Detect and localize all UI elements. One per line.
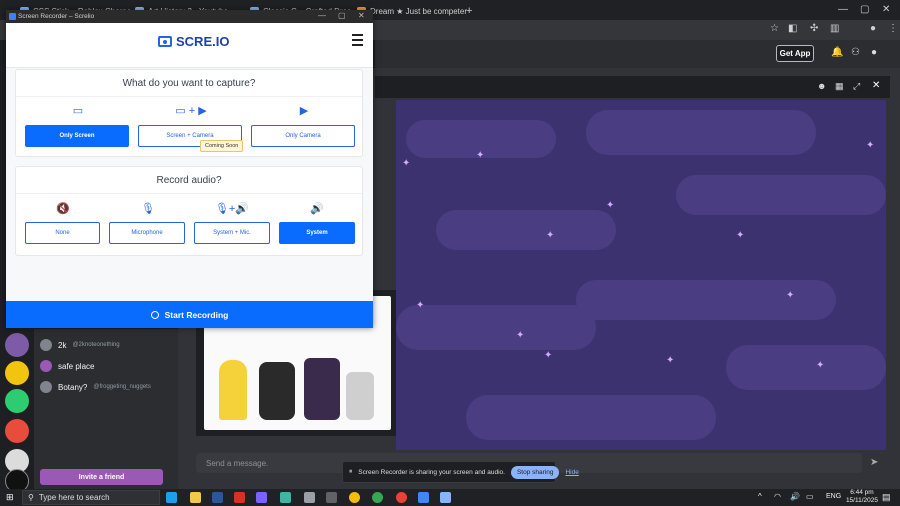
battery-icon[interactable]: ▭ xyxy=(806,492,814,501)
chrome-icon[interactable] xyxy=(372,492,383,503)
figure xyxy=(219,360,247,420)
record-logo-icon xyxy=(158,36,172,47)
hide-button[interactable]: Hide xyxy=(565,469,578,476)
monitor-plus-camera-icon: ▭ + ▶ xyxy=(175,105,207,117)
avatar xyxy=(40,339,52,351)
audio-panel: Record audio? 🔇 🎙 🎙+🔊 🔊 None Microphone … xyxy=(15,166,363,256)
file-explorer-icon[interactable] xyxy=(190,492,201,503)
audio-microphone-option[interactable]: Microphone xyxy=(109,222,185,244)
recorder-app-icon xyxy=(9,13,16,20)
server-icon[interactable] xyxy=(5,333,29,357)
send-icon[interactable]: ➤ xyxy=(870,457,878,468)
list-item[interactable]: 2k @2knoteonething xyxy=(40,339,120,351)
minimize-icon[interactable]: — xyxy=(318,11,326,20)
monitor-icon: ▭ xyxy=(72,105,84,117)
recorder-title-bar: Screen Recorder – Screlio — ▢ ✕ xyxy=(6,10,373,23)
discord-header: 🔔 ⚇ ● xyxy=(375,40,900,68)
extension-icon[interactable]: ◧ xyxy=(788,23,797,34)
stage-header: ☻ ▦ ⤢ ✕ xyxy=(375,76,890,98)
browser-tab[interactable]: Dream ★ Just be competent xyxy=(357,3,467,19)
capture-panel: What do you want to capture? ▭ ▭ + ▶ ▶ O… xyxy=(15,69,363,157)
profile-avatar[interactable]: ● xyxy=(870,23,876,34)
audio-question: Record audio? xyxy=(156,175,222,186)
record-icon xyxy=(150,310,159,319)
taskbar-search[interactable]: ⚲ Type here to search xyxy=(22,490,160,505)
menu-icon[interactable]: ⋮ xyxy=(888,23,898,34)
reaction-icon[interactable]: ☻ xyxy=(817,81,826,91)
figure xyxy=(304,358,340,420)
chrome-icon[interactable] xyxy=(396,492,407,503)
pause-icon: ⏸ xyxy=(349,468,353,475)
hamburger-menu-icon[interactable] xyxy=(352,34,363,49)
app-icon[interactable] xyxy=(326,492,337,503)
app-icon[interactable] xyxy=(234,492,245,503)
audio-system-mic-option[interactable]: System + Mic. xyxy=(194,222,270,244)
minimize-icon[interactable]: — xyxy=(838,4,848,15)
search-icon: ⚲ xyxy=(28,493,34,502)
screen-recorder-window: Screen Recorder – Screlio — ▢ ✕ SCRE.IO … xyxy=(6,10,373,328)
notifications-icon[interactable]: ▤ xyxy=(882,492,891,503)
language-indicator[interactable]: ENG xyxy=(826,493,841,500)
maximize-icon[interactable]: ▢ xyxy=(860,4,869,15)
close-icon[interactable]: ✕ xyxy=(882,4,890,15)
stop-sharing-button[interactable]: Stop sharing xyxy=(510,465,560,479)
audio-none-option[interactable]: None xyxy=(25,222,100,244)
speaker-icon[interactable]: 🔊 xyxy=(790,492,800,501)
close-icon[interactable]: ✕ xyxy=(872,80,880,91)
sidebar-icon[interactable]: ▥ xyxy=(830,23,839,34)
avatar xyxy=(40,381,52,393)
app-icon[interactable] xyxy=(440,492,451,503)
microphone-icon: 🎙 xyxy=(141,203,155,215)
recorder-header: SCRE.IO xyxy=(6,23,373,68)
wifi-icon[interactable]: ◠ xyxy=(774,492,781,501)
list-item[interactable]: safe place xyxy=(40,360,94,372)
invite-friend-button[interactable]: Invite a friend xyxy=(40,469,163,485)
screen-share-banner: ⏸ Screen Recorder is sharing your screen… xyxy=(342,461,579,483)
windows-start-icon[interactable]: ⊞ xyxy=(6,492,14,503)
members-icon[interactable]: ⚇ xyxy=(851,47,860,58)
coming-soon-tooltip: Coming Soon xyxy=(200,140,244,152)
mute-icon: 🔇 xyxy=(56,203,70,215)
get-app-button[interactable]: Get App xyxy=(776,45,814,62)
camera-icon: ▶ xyxy=(299,105,309,117)
windows-taskbar: ⊞ ⚲ Type here to search ^ ◠ 🔊 ▭ ENG 6:44 … xyxy=(0,489,900,506)
grid-icon[interactable]: ▦ xyxy=(835,81,844,92)
maximize-icon[interactable]: ▢ xyxy=(338,11,346,20)
fullscreen-icon[interactable]: ⤢ xyxy=(853,81,860,92)
chrome-icon[interactable] xyxy=(349,492,360,503)
puzzle-icon[interactable]: ✣ xyxy=(810,23,818,34)
avatar xyxy=(40,360,52,372)
server-icon[interactable] xyxy=(5,361,29,385)
share-banner-text: Screen Recorder is sharing your screen a… xyxy=(358,468,505,476)
audio-system-option[interactable]: System xyxy=(279,222,355,244)
user-avatar[interactable]: ● xyxy=(871,47,877,58)
app-icon[interactable] xyxy=(256,492,267,503)
server-icon[interactable] xyxy=(5,389,29,413)
figure xyxy=(259,362,295,420)
server-icon[interactable] xyxy=(5,419,29,443)
logo: SCRE.IO xyxy=(158,34,229,49)
app-icon[interactable] xyxy=(418,492,429,503)
start-recording-button[interactable]: Start Recording xyxy=(6,301,373,328)
edge-icon[interactable] xyxy=(166,492,177,503)
stream-viewport: ✦ ✦ ✦ ✦ ✦ ✦ ✦ ✦ ✦ ✦ ✦ ✦ xyxy=(396,100,886,450)
only-camera-option[interactable]: Only Camera xyxy=(251,125,355,147)
bell-icon[interactable]: 🔔 xyxy=(831,47,843,58)
star-icon[interactable]: ☆ xyxy=(770,23,779,34)
member-list: 2k @2knoteonething safe place Botany? @fro… xyxy=(34,329,178,489)
word-icon[interactable] xyxy=(212,492,223,503)
app-icon[interactable] xyxy=(304,492,315,503)
close-icon[interactable]: ✕ xyxy=(358,11,365,20)
mic-plus-speaker-icon: 🎙+🔊 xyxy=(214,203,250,215)
new-tab-button[interactable]: + xyxy=(466,3,478,19)
app-icon[interactable] xyxy=(280,492,291,503)
server-list xyxy=(0,329,34,493)
tray-chevron-icon[interactable]: ^ xyxy=(758,492,762,501)
list-item[interactable]: Botany? @froggeting_nuggets xyxy=(40,381,151,393)
capture-question: What do you want to capture? xyxy=(122,78,256,89)
figure xyxy=(346,372,374,420)
system-clock[interactable]: 6:44 pm 15/11/2025 xyxy=(846,489,878,505)
only-screen-option[interactable]: Only Screen xyxy=(25,125,129,147)
speaker-icon: 🔊 xyxy=(310,203,324,215)
